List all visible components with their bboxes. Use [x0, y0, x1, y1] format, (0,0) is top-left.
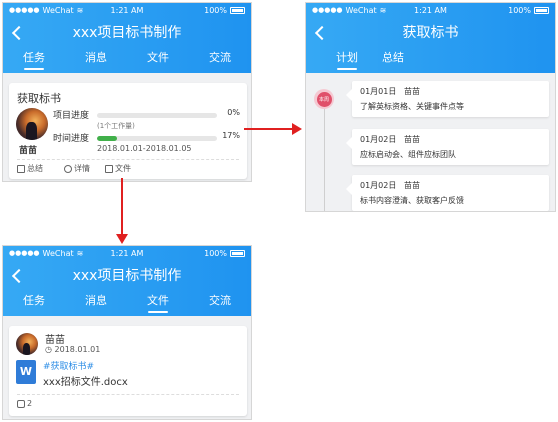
entry-text: 标书内容澄清、获取客户反馈 [360, 196, 464, 205]
date-range: 2018.01.01-2018.01.05 [97, 144, 192, 153]
entry-date: 01月02日 [360, 181, 397, 190]
entry-date: 01月01日 [360, 87, 397, 96]
tab-messages[interactable]: 消息 [65, 47, 127, 73]
entry-user: 苗苗 [404, 135, 420, 144]
entry-user: 苗苗 [404, 181, 420, 190]
battery-icon [534, 6, 549, 14]
screen-task-plan: ●●●●● WeChat ≋ 1:21 AM 100% 获取标书 计划 总结 本周 … [305, 2, 556, 212]
user-name: 苗苗 [45, 335, 65, 346]
tab-summary[interactable]: 总结 [370, 47, 416, 73]
comment-count: 2 [27, 399, 33, 408]
card-divider [17, 159, 239, 160]
status-time: 1:21 AM [110, 248, 144, 258]
clock-icon: ◷ [45, 345, 52, 354]
tab-bar: 计划 总结 [306, 47, 555, 73]
project-progress-label: 项目进度 [53, 111, 90, 121]
task-card[interactable]: 获取标书 苗苗 项目进度 0% (1个工作量) 时间进度 17% 2018.01… [9, 83, 247, 179]
arrow-right-head [292, 123, 302, 135]
entry-user: 苗苗 [404, 87, 420, 96]
details-action[interactable]: 详情 [64, 163, 90, 174]
project-progress-pct: 0% [227, 108, 240, 117]
arrow-down-head [116, 234, 128, 244]
status-time: 1:21 AM [414, 5, 447, 15]
card-divider [17, 394, 239, 395]
word-file-letter: W [19, 365, 33, 378]
battery-icon [230, 249, 245, 257]
tab-bar: 任务 消息 文件 交流 [3, 47, 251, 73]
files-action[interactable]: 文件 [105, 163, 131, 174]
workload-note: (1个工作量) [97, 122, 135, 130]
tab-files[interactable]: 文件 [127, 290, 189, 316]
header: ●●●●● WeChat ≋ 1:21 AM 100% 获取标书 计划 总结 [306, 3, 555, 73]
tab-chat[interactable]: 交流 [189, 290, 251, 316]
time-progress-bar [97, 136, 217, 141]
screen-task-list: ●●●●● WeChat ≋ 1:21 AM 100% xxx项目标书制作 任务 消… [2, 2, 252, 182]
timeline-entry[interactable]: 01月01日 苗苗 了解英标资格、关键事件点等 [346, 81, 549, 117]
tab-plan[interactable]: 计划 [324, 47, 370, 73]
tab-chat[interactable]: 交流 [189, 47, 251, 73]
back-arrow-icon[interactable] [11, 24, 25, 40]
timeline-entry[interactable]: 01月02日 苗苗 标书内容澄清、获取客户反馈 [346, 175, 549, 211]
page-title: xxx项目标书制作 [72, 25, 182, 41]
project-progress-bar [97, 113, 217, 118]
time-progress-label: 时间进度 [53, 134, 90, 144]
file-card[interactable]: 苗苗 ◷ 2018.01.01 W #获取标书# xxx招标文件.docx 2 [9, 326, 247, 416]
page-title: xxx项目标书制作 [72, 268, 182, 284]
file-icon [105, 164, 113, 173]
timeline-entry[interactable]: 01月02日 苗苗 应标启动会、组件应标团队 [346, 129, 549, 165]
entry-text: 了解英标资格、关键事件点等 [360, 102, 464, 111]
tab-messages[interactable]: 消息 [65, 290, 127, 316]
comment-button[interactable]: 2 [17, 399, 32, 408]
back-arrow-icon[interactable] [314, 24, 328, 40]
tab-files[interactable]: 文件 [127, 47, 189, 73]
details-label: 详情 [74, 164, 90, 173]
tab-bar: 任务 消息 文件 交流 [3, 290, 251, 316]
time-progress-pct: 17% [222, 131, 240, 140]
edit-icon [17, 164, 25, 173]
screen-files: ●●●●● WeChat ≋ 1:21 AM 100% xxx项目标书制作 任务 消… [2, 245, 252, 420]
files-label: 文件 [115, 164, 131, 173]
word-file-icon: W [16, 360, 36, 384]
header: ●●●●● WeChat ≋ 1:21 AM 100% xxx项目标书制作 任务 消… [3, 3, 251, 73]
task-heading: 获取标书 [17, 92, 61, 105]
user-name: 苗苗 [19, 146, 38, 156]
file-name[interactable]: xxx招标文件.docx [43, 373, 128, 388]
info-icon [64, 164, 72, 173]
status-time: 1:21 AM [110, 5, 144, 15]
tab-tasks[interactable]: 任务 [3, 290, 65, 316]
status-bar: ●●●●● WeChat ≋ 1:21 AM 100% [3, 246, 251, 260]
week-badge: 本周 [314, 89, 334, 109]
timeline-line [324, 103, 325, 211]
avatar [16, 333, 38, 355]
avatar [16, 108, 48, 140]
status-bar: ●●●●● WeChat ≋ 1:21 AM 100% [306, 3, 555, 17]
entry-date: 01月02日 [360, 135, 397, 144]
file-date: 2018.01.01 [54, 345, 101, 354]
week-badge-label: 本周 [316, 91, 332, 107]
entry-text: 应标启动会、组件应标团队 [360, 150, 456, 159]
header: ●●●●● WeChat ≋ 1:21 AM 100% xxx项目标书制作 任务 消… [3, 246, 251, 316]
summary-action[interactable]: 总结 [17, 163, 43, 174]
comment-icon [17, 399, 25, 408]
page-title: 获取标书 [402, 25, 459, 41]
summary-label: 总结 [27, 164, 43, 173]
back-arrow-icon[interactable] [11, 267, 25, 283]
battery-icon [230, 6, 245, 14]
arrow-right-line [244, 128, 294, 130]
tab-tasks[interactable]: 任务 [3, 47, 65, 73]
status-bar: ●●●●● WeChat ≋ 1:21 AM 100% [3, 3, 251, 17]
task-tag[interactable]: #获取标书# [43, 359, 94, 372]
arrow-down-line [121, 178, 123, 236]
